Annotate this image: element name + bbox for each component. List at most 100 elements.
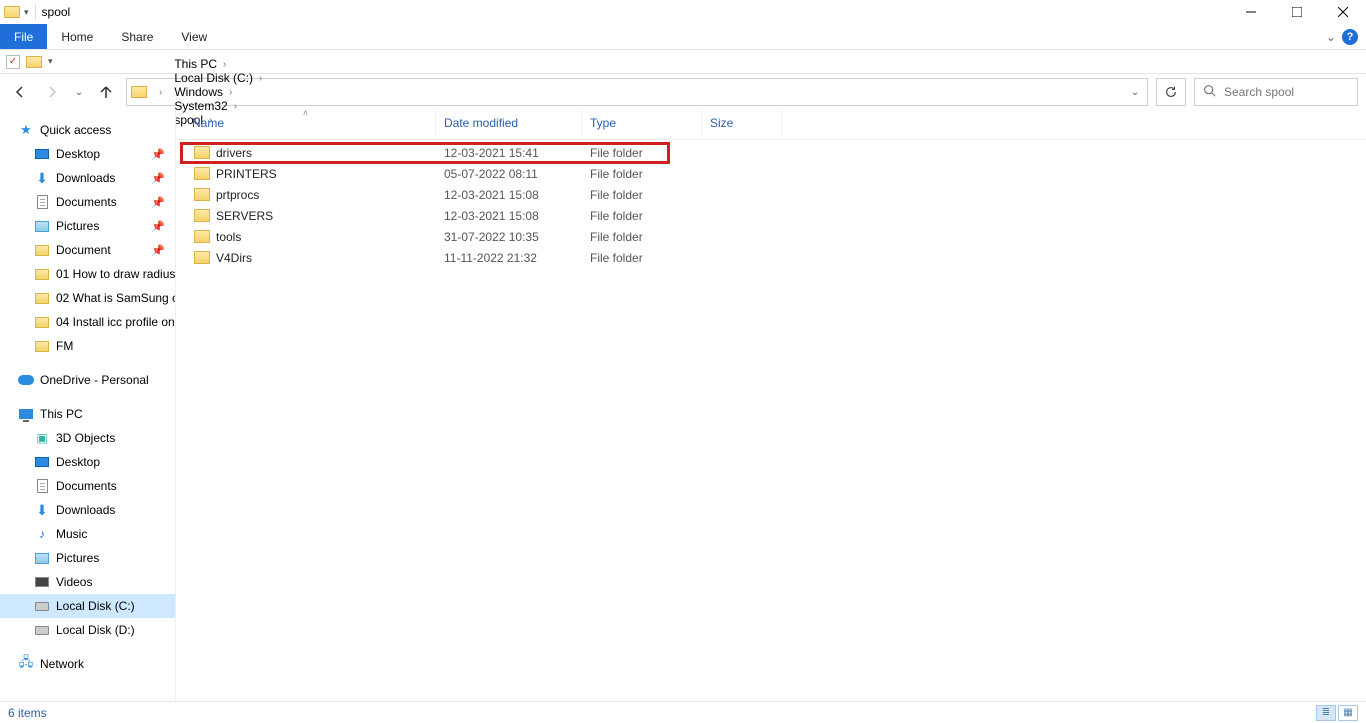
- content-pane: ˄ Name Date modified Type Size drivers12…: [176, 110, 1366, 701]
- search-icon: [1203, 84, 1216, 100]
- onedrive-icon: [18, 372, 34, 388]
- search-input[interactable]: Search spool: [1194, 78, 1358, 106]
- sidebar-label: Quick access: [40, 123, 111, 137]
- sidebar-item[interactable]: ♪ Music: [0, 522, 175, 546]
- sidebar-onedrive[interactable]: OneDrive - Personal: [0, 368, 175, 392]
- forward-button[interactable]: [40, 80, 64, 104]
- music-icon: ♪: [34, 526, 50, 542]
- tab-home[interactable]: Home: [47, 24, 107, 49]
- file-row[interactable]: SERVERS12-03-2021 15:08File folder: [176, 205, 1366, 226]
- tab-view[interactable]: View: [167, 24, 221, 49]
- column-date[interactable]: Date modified: [436, 110, 582, 136]
- doc-icon: [34, 194, 50, 210]
- sidebar-item[interactable]: Documents📌: [0, 190, 175, 214]
- folder-icon: [194, 230, 210, 243]
- file-name: V4Dirs: [216, 251, 252, 265]
- sidebar-item[interactable]: Pictures📌: [0, 214, 175, 238]
- sidebar-item[interactable]: 01 How to draw radius: [0, 262, 175, 286]
- column-name[interactable]: ˄ Name: [176, 110, 436, 136]
- crumb-sep[interactable]: ›: [151, 87, 166, 98]
- up-button[interactable]: [94, 80, 118, 104]
- sidebar-item-label: Downloads: [56, 503, 115, 517]
- pic-icon: [34, 218, 50, 234]
- folder-icon: [34, 242, 50, 258]
- view-large-icon[interactable]: ▦: [1338, 705, 1358, 721]
- sidebar-item-label: Pictures: [56, 551, 99, 565]
- separator: [35, 4, 36, 20]
- address-bar[interactable]: › This PC›Local Disk (C:)›Windows›System…: [126, 78, 1148, 106]
- sidebar-item[interactable]: ⬇Downloads📌: [0, 166, 175, 190]
- chevron-right-icon: ›: [219, 59, 226, 70]
- file-row[interactable]: drivers12-03-2021 15:41File folder: [176, 142, 1366, 163]
- sidebar-item[interactable]: Documents: [0, 474, 175, 498]
- doc-icon: [34, 478, 50, 494]
- file-type: File folder: [582, 146, 702, 160]
- qat-more-icon[interactable]: ▾: [48, 56, 53, 67]
- properties-icon[interactable]: ✓: [6, 55, 20, 69]
- sidebar-item[interactable]: ⬇Downloads: [0, 498, 175, 522]
- chevron-right-icon: ›: [255, 73, 262, 84]
- sidebar-label: Network: [40, 657, 84, 671]
- back-button[interactable]: [8, 80, 32, 104]
- breadcrumb-segment[interactable]: This PC›: [170, 57, 266, 71]
- sidebar-item-label: 04 Install icc profile on: [56, 315, 175, 329]
- maximize-button[interactable]: [1274, 0, 1320, 24]
- recent-locations-button[interactable]: ⌄: [72, 80, 86, 104]
- sidebar-quick-access[interactable]: ★ Quick access: [0, 118, 175, 142]
- sidebar-item-label: Videos: [56, 575, 92, 589]
- refresh-button[interactable]: [1156, 78, 1186, 106]
- sidebar-network[interactable]: 🖧 Network: [0, 652, 175, 676]
- sidebar-item[interactable]: Local Disk (D:): [0, 618, 175, 642]
- sidebar-item[interactable]: 02 What is SamSung cl: [0, 286, 175, 310]
- pc-icon: [18, 406, 34, 422]
- view-details-icon[interactable]: ≣: [1316, 705, 1336, 721]
- sidebar-item[interactable]: Desktop: [0, 450, 175, 474]
- file-row[interactable]: prtprocs12-03-2021 15:08File folder: [176, 184, 1366, 205]
- tab-file[interactable]: File: [0, 24, 47, 49]
- pic-icon: [34, 550, 50, 566]
- sidebar-item[interactable]: FM: [0, 334, 175, 358]
- breadcrumb-segment[interactable]: Windows›: [170, 85, 266, 99]
- sidebar-item-label: FM: [56, 339, 73, 353]
- ribbon-expand-icon[interactable]: ⌄: [1326, 30, 1336, 44]
- file-list[interactable]: drivers12-03-2021 15:41File folderPRINTE…: [176, 140, 1366, 268]
- file-row[interactable]: tools31-07-2022 10:35File folder: [176, 226, 1366, 247]
- minimize-button[interactable]: [1228, 0, 1274, 24]
- file-type: File folder: [582, 209, 702, 223]
- column-size[interactable]: Size: [702, 110, 782, 136]
- qat-dropdown-icon[interactable]: ▾: [24, 7, 29, 18]
- sidebar-this-pc[interactable]: This PC: [0, 402, 175, 426]
- disk-icon: [34, 598, 50, 614]
- new-folder-icon[interactable]: [26, 56, 42, 68]
- column-type[interactable]: Type: [582, 110, 702, 136]
- sidebar-item[interactable]: Pictures: [0, 546, 175, 570]
- file-date: 05-07-2022 08:11: [436, 167, 582, 181]
- close-button[interactable]: [1320, 0, 1366, 24]
- file-row[interactable]: V4Dirs11-11-2022 21:32File folder: [176, 247, 1366, 268]
- sidebar-item[interactable]: Videos: [0, 570, 175, 594]
- sidebar-item-label: Local Disk (D:): [56, 623, 135, 637]
- address-dropdown-icon[interactable]: ⌄: [1123, 79, 1147, 105]
- sidebar-item[interactable]: 04 Install icc profile on: [0, 310, 175, 334]
- desktop-icon: [34, 146, 50, 162]
- folder-icon: [34, 266, 50, 282]
- sidebar-item[interactable]: ▣3D Objects: [0, 426, 175, 450]
- sidebar-label: This PC: [40, 407, 83, 421]
- sidebar-item-label: Desktop: [56, 455, 100, 469]
- sidebar-item-label: Music: [56, 527, 87, 541]
- folder-icon: [34, 290, 50, 306]
- help-icon[interactable]: ?: [1342, 29, 1358, 45]
- file-type: File folder: [582, 188, 702, 202]
- sidebar-item[interactable]: Desktop📌: [0, 142, 175, 166]
- star-icon: ★: [18, 122, 34, 138]
- file-row[interactable]: PRINTERS05-07-2022 08:11File folder: [176, 163, 1366, 184]
- file-date: 12-03-2021 15:41: [436, 146, 582, 160]
- network-icon: 🖧: [18, 656, 34, 672]
- nav-pane[interactable]: ★ Quick access Desktop📌⬇Downloads📌Docume…: [0, 110, 176, 701]
- sidebar-item[interactable]: Document📌: [0, 238, 175, 262]
- tab-share[interactable]: Share: [107, 24, 167, 49]
- breadcrumb-segment[interactable]: Local Disk (C:)›: [170, 71, 266, 85]
- sidebar-item-label: Desktop: [56, 147, 100, 161]
- file-date: 11-11-2022 21:32: [436, 251, 582, 265]
- sidebar-item[interactable]: Local Disk (C:): [0, 594, 175, 618]
